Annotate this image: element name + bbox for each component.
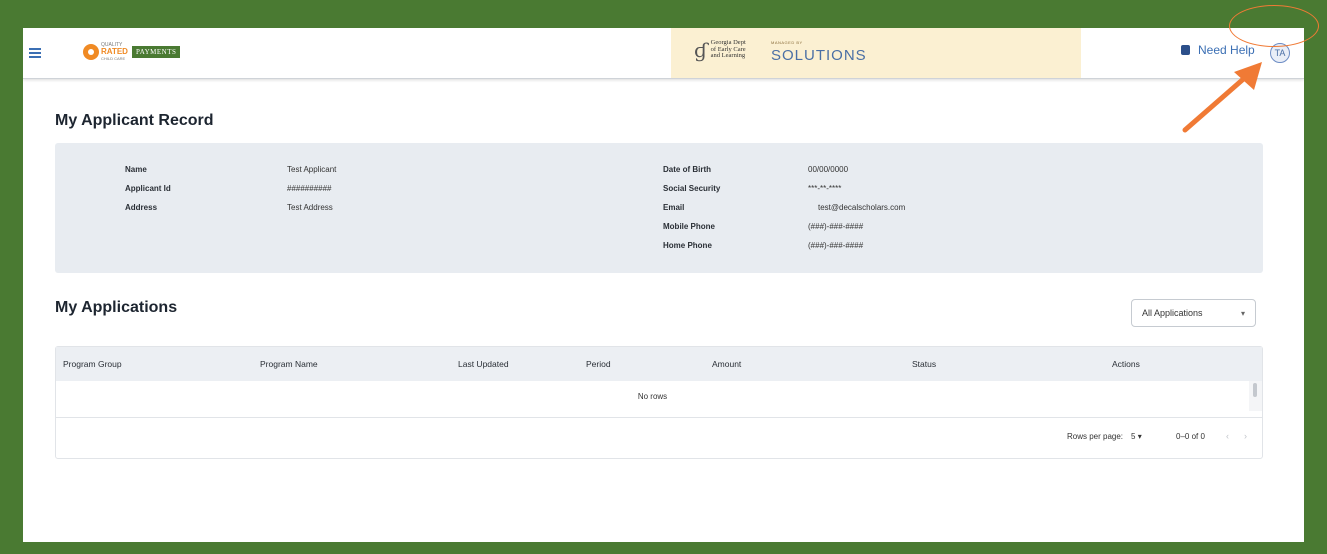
app-window: QUALITY RATED CHILD CARE PAYMENTS ɠ Geor…: [23, 28, 1304, 542]
empty-rows-message: No rows: [637, 391, 668, 401]
decal-line-3: and Learning: [710, 52, 746, 60]
column-status[interactable]: Status: [912, 359, 936, 369]
name-label: Name: [125, 165, 147, 174]
applications-filter-select[interactable]: All Applications ▾: [1131, 299, 1256, 327]
table-header: Program Group Program Name Last Updated …: [56, 347, 1262, 381]
dob-label: Date of Birth: [663, 165, 711, 174]
applications-title: My Applications: [55, 299, 178, 316]
rows-per-page-value: 5: [1131, 432, 1136, 441]
ssn-label: Social Security: [663, 184, 721, 193]
rows-per-page-label: Rows per page:: [1067, 432, 1124, 441]
managed-by-label: MANAGED BY: [771, 40, 803, 45]
user-avatar[interactable]: TA: [1270, 43, 1290, 63]
top-navbar: QUALITY RATED CHILD CARE PAYMENTS ɠ Geor…: [23, 28, 1304, 79]
solutions-logo: SOLUTIONS: [771, 47, 867, 64]
email-value: test@decalscholars.com: [818, 203, 906, 212]
need-help-link[interactable]: Need Help: [1181, 43, 1255, 57]
address-label: Address: [125, 203, 158, 212]
caret-down-icon: ▾: [1240, 308, 1245, 318]
email-label: Email: [663, 203, 685, 212]
decal-logo: ɠ Georgia Dept of Early Care and Learnin…: [694, 40, 746, 60]
applicant-record-title: My Applicant Record: [55, 112, 214, 129]
rows-per-page-select[interactable]: 5 ▾: [1131, 432, 1142, 441]
table-scrollbar[interactable]: [1249, 381, 1262, 411]
hamburger-menu-icon[interactable]: [29, 48, 41, 58]
applicant-id-value: ##########: [287, 184, 332, 193]
mobile-phone-value: (###)-###-####: [808, 222, 864, 231]
table-pagination: Rows per page: 5 ▾ 0–0 of 0 ‹ ›: [56, 417, 1262, 460]
filter-selected-value: All Applications: [1142, 308, 1203, 318]
decal-swirl-icon: ɠ: [694, 38, 708, 62]
column-program-name[interactable]: Program Name: [260, 359, 318, 369]
decal-text: Georgia Dept of Early Care and Learning: [711, 40, 746, 60]
home-phone-label: Home Phone: [663, 241, 712, 250]
chevron-right-icon[interactable]: ›: [1244, 431, 1247, 441]
column-period[interactable]: Period: [586, 359, 611, 369]
quality-rated-logo[interactable]: QUALITY RATED CHILD CARE PAYMENTS: [83, 42, 181, 62]
pagination-range: 0–0 of 0: [1176, 432, 1205, 441]
payments-badge: PAYMENTS: [131, 46, 181, 58]
help-book-icon: [1181, 45, 1190, 55]
need-help-label: Need Help: [1198, 43, 1255, 57]
logo-line-2: RATED: [101, 47, 128, 56]
column-program-group[interactable]: Program Group: [63, 359, 122, 369]
scrollbar-thumb[interactable]: [1253, 383, 1257, 397]
column-amount[interactable]: Amount: [712, 359, 741, 369]
logo-text: QUALITY RATED CHILD CARE: [101, 42, 128, 62]
applicant-id-label: Applicant Id: [125, 184, 171, 193]
address-value: Test Address: [287, 203, 333, 212]
column-last-updated[interactable]: Last Updated: [458, 359, 509, 369]
applications-table: Program Group Program Name Last Updated …: [55, 346, 1263, 459]
name-value: Test Applicant: [287, 165, 337, 174]
logo-line-3: CHILD CARE: [101, 56, 126, 61]
partner-banner: ɠ Georgia Dept of Early Care and Learnin…: [671, 28, 1081, 78]
dob-value: 00/00/0000: [808, 165, 849, 174]
home-phone-value: (###)-###-####: [808, 241, 864, 250]
quality-rated-mark-icon: [83, 44, 99, 60]
applicant-record-card: Name Test Applicant Applicant Id #######…: [55, 143, 1263, 273]
caret-down-icon: ▾: [1137, 432, 1142, 441]
ssn-value: ***-**-****: [808, 184, 842, 193]
mobile-phone-label: Mobile Phone: [663, 222, 715, 231]
chevron-left-icon[interactable]: ‹: [1226, 431, 1229, 441]
column-actions[interactable]: Actions: [1112, 359, 1140, 369]
